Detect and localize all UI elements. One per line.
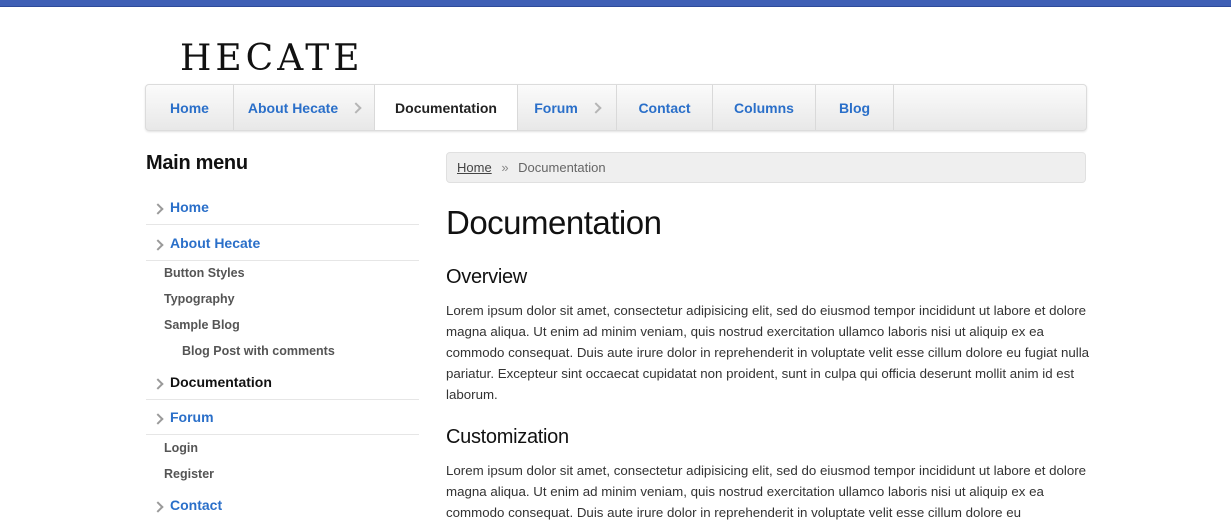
nav-item-label: Blog xyxy=(838,99,871,116)
breadcrumb-separator: » xyxy=(501,160,509,175)
sidebar-item-label: Forum xyxy=(170,409,214,425)
nav-item-label: Documentation xyxy=(395,99,497,116)
sidebar-item-label: Contact xyxy=(170,497,223,513)
sidebar-item-label: About Hecate xyxy=(170,235,261,251)
sidebar-item-register[interactable]: Register xyxy=(164,467,214,481)
nav-item-label: Forum xyxy=(534,99,578,116)
sidebar-title: Main menu xyxy=(146,152,248,174)
sidebar-item-label: Home xyxy=(170,199,209,215)
sidebar-item-typography[interactable]: Typography xyxy=(164,292,235,306)
chevron-right-icon xyxy=(152,501,164,513)
section-heading-overview: Overview xyxy=(446,266,527,288)
sidebar-item-forum[interactable]: Forum xyxy=(146,409,419,435)
breadcrumb-current: Documentation xyxy=(518,160,606,175)
sidebar-item-about-hecate[interactable]: About Hecate xyxy=(146,235,419,261)
nav-item-label: About Hecate xyxy=(247,99,339,116)
nav-item-label: Columns xyxy=(734,99,794,116)
nav-item-forum[interactable]: Forum xyxy=(518,85,617,130)
nav-item-documentation[interactable]: Documentation xyxy=(375,85,518,130)
chevron-right-icon xyxy=(590,101,602,114)
nav-item-label: Contact xyxy=(638,99,691,116)
sidebar-item-login[interactable]: Login xyxy=(164,441,198,455)
nav-item-home[interactable]: Home xyxy=(146,85,234,130)
sidebar-item-sample-blog[interactable]: Sample Blog xyxy=(164,318,240,332)
top-accent-bar xyxy=(0,0,1231,7)
chevron-right-icon xyxy=(350,101,362,114)
sidebar-item-contact[interactable]: Contact xyxy=(146,497,419,523)
chevron-right-icon xyxy=(152,203,164,215)
chevron-right-icon xyxy=(152,239,164,251)
section-heading-customization: Customization xyxy=(446,426,569,448)
nav-item-about-hecate[interactable]: About Hecate xyxy=(234,85,375,130)
breadcrumb-home-link[interactable]: Home xyxy=(457,160,492,175)
sidebar-item-documentation[interactable]: Documentation xyxy=(146,374,419,400)
section-text-overview: Lorem ipsum dolor sit amet, consectetur … xyxy=(446,303,1090,402)
chevron-right-icon xyxy=(152,378,164,390)
sidebar-item-blog-post-with-comments[interactable]: Blog Post with comments xyxy=(182,344,335,358)
sidebar-item-label: Documentation xyxy=(170,374,272,390)
site-logo[interactable]: HECATE xyxy=(180,38,364,79)
sidebar-item-home[interactable]: Home xyxy=(146,199,419,225)
nav-item-contact[interactable]: Contact xyxy=(617,85,713,130)
breadcrumb: Home » Documentation xyxy=(446,152,1086,183)
page-title: Documentation xyxy=(446,204,662,241)
nav-item-blog[interactable]: Blog xyxy=(816,85,894,130)
nav-item-columns[interactable]: Columns xyxy=(713,85,816,130)
main-navigation: Home About Hecate Documentation Forum Co… xyxy=(145,84,1087,131)
chevron-right-icon xyxy=(152,413,164,425)
nav-item-label: Home xyxy=(170,99,209,116)
sidebar-item-button-styles[interactable]: Button Styles xyxy=(164,266,245,280)
